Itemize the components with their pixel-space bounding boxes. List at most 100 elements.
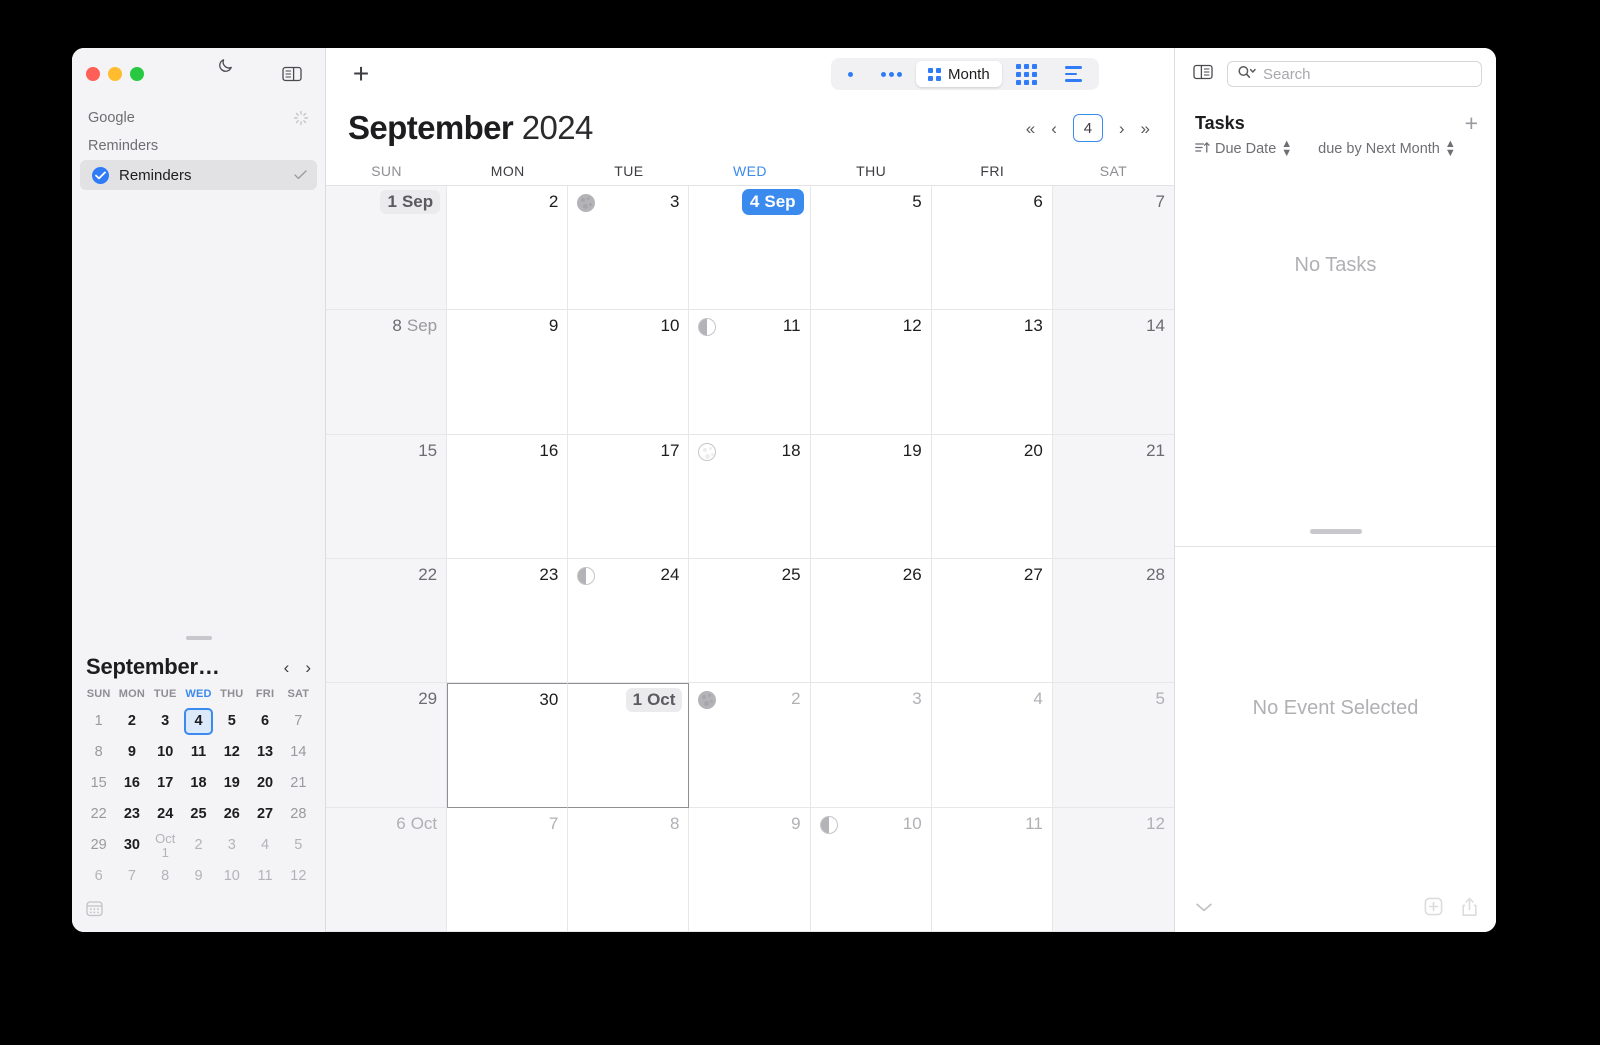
mini-day-cell[interactable]: Oct 1 xyxy=(149,832,182,859)
view-option-list-view[interactable] xyxy=(1051,61,1096,87)
mini-day-cell[interactable]: 29 xyxy=(82,832,115,859)
day-cell[interactable]: 9 xyxy=(447,310,569,435)
add-event-button[interactable]: + xyxy=(346,60,376,88)
search-icon[interactable] xyxy=(1237,65,1259,84)
reminders-checkbox-icon[interactable] xyxy=(92,166,109,184)
toggle-sidebar-button[interactable] xyxy=(279,61,305,87)
mini-day-cell[interactable]: 22 xyxy=(82,801,115,828)
mini-day-cell[interactable]: 11 xyxy=(182,739,215,766)
day-cell[interactable]: 6 Oct xyxy=(326,807,448,932)
day-cell[interactable]: 3 xyxy=(568,186,690,311)
mini-calendar-drag-handle[interactable] xyxy=(185,636,212,640)
nav-today-button[interactable]: 4 xyxy=(1072,114,1103,142)
mini-day-cell[interactable]: 1 xyxy=(82,708,115,735)
day-cell[interactable]: 14 xyxy=(1052,310,1174,435)
day-cell[interactable]: 25 xyxy=(689,559,811,684)
day-cell[interactable]: 15 xyxy=(326,434,448,559)
day-cell[interactable]: 21 xyxy=(1052,434,1174,559)
day-cell[interactable]: 7 xyxy=(1052,186,1174,311)
view-option-year-view[interactable] xyxy=(1002,61,1051,87)
day-cell[interactable]: 23 xyxy=(447,559,569,684)
day-cell[interactable]: 2 xyxy=(689,683,811,808)
mini-day-cell[interactable]: 2 xyxy=(115,708,148,735)
mini-day-cell[interactable]: 16 xyxy=(115,770,148,797)
day-cell[interactable]: 8 xyxy=(568,807,690,932)
mini-day-cell[interactable]: 20 xyxy=(248,770,281,797)
toggle-inspector-button[interactable] xyxy=(1193,64,1213,85)
nav-next-button[interactable]: › xyxy=(1119,120,1125,137)
tasks-sort-stepper-icon[interactable]: ▲ ▼ xyxy=(1281,139,1292,159)
day-cell[interactable]: 5 xyxy=(1052,683,1174,808)
day-cell[interactable]: 11 xyxy=(931,807,1053,932)
zoom-button[interactable] xyxy=(130,67,144,81)
mini-prev-month-button[interactable]: ‹ xyxy=(284,659,290,676)
mini-day-cell[interactable]: 30 xyxy=(115,832,148,859)
add-to-box-button[interactable] xyxy=(1424,897,1443,921)
day-cell[interactable]: 2 xyxy=(447,186,569,311)
day-cell[interactable]: 1 Sep xyxy=(326,186,448,311)
mini-day-cell[interactable]: 25 xyxy=(182,801,215,828)
mini-calendar-icon[interactable] xyxy=(86,901,103,921)
mini-day-cell[interactable]: 8 xyxy=(149,863,182,890)
day-cell[interactable]: 16 xyxy=(447,434,569,559)
tasks-sort-control[interactable]: Due Date ▲ ▼ xyxy=(1195,139,1292,159)
mini-day-cell[interactable]: 4 xyxy=(183,708,213,735)
mini-day-cell[interactable]: 12 xyxy=(215,739,248,766)
nav-last-button[interactable]: » xyxy=(1141,120,1150,137)
mini-day-cell[interactable]: 21 xyxy=(282,770,315,797)
mini-day-cell[interactable]: 3 xyxy=(149,708,182,735)
day-cell[interactable]: 28 xyxy=(1052,559,1174,684)
mini-day-cell[interactable]: 8 xyxy=(82,739,115,766)
add-task-button[interactable]: + xyxy=(1465,112,1478,135)
day-cell[interactable]: 10 xyxy=(568,310,690,435)
mini-day-cell[interactable]: 10 xyxy=(149,739,182,766)
sidebar-section-google[interactable]: Google xyxy=(72,100,325,130)
day-cell[interactable]: 20 xyxy=(931,434,1053,559)
mini-day-cell[interactable]: 9 xyxy=(115,739,148,766)
mini-day-cell[interactable]: 24 xyxy=(149,801,182,828)
day-cell[interactable]: 12 xyxy=(1052,807,1174,932)
day-cell[interactable]: 17 xyxy=(568,434,690,559)
day-cell[interactable]: 6 xyxy=(931,186,1053,311)
mini-day-cell[interactable]: 28 xyxy=(282,801,315,828)
view-option-month-view[interactable]: Month xyxy=(916,61,1002,87)
mini-day-cell[interactable]: 13 xyxy=(248,739,281,766)
day-cell[interactable]: 1 Oct xyxy=(568,683,690,808)
mini-day-cell[interactable]: 12 xyxy=(282,863,315,890)
mini-day-cell[interactable]: 3 xyxy=(215,832,248,859)
mini-day-cell[interactable]: 19 xyxy=(215,770,248,797)
tasks-filter-stepper-icon[interactable]: ▲ ▼ xyxy=(1445,139,1456,159)
mini-day-cell[interactable]: 5 xyxy=(215,708,248,735)
day-cell[interactable]: 30 xyxy=(447,683,569,808)
day-cell[interactable]: 27 xyxy=(931,559,1053,684)
day-cell[interactable]: 24 xyxy=(568,559,690,684)
day-cell[interactable]: 10 xyxy=(810,807,932,932)
day-cell[interactable]: 22 xyxy=(326,559,448,684)
day-cell[interactable]: 4 xyxy=(931,683,1053,808)
mini-day-cell[interactable]: 14 xyxy=(282,739,315,766)
mini-day-cell[interactable]: 9 xyxy=(182,863,215,890)
mini-day-cell[interactable]: 7 xyxy=(115,863,148,890)
day-cell[interactable]: 29 xyxy=(326,683,448,808)
day-cell[interactable]: 9 xyxy=(689,807,811,932)
minimize-button[interactable] xyxy=(108,67,122,81)
day-cell[interactable]: 12 xyxy=(810,310,932,435)
mini-day-cell[interactable]: 26 xyxy=(215,801,248,828)
mini-day-cell[interactable]: 5 xyxy=(282,832,315,859)
tasks-due-filter-control[interactable]: due by Next Month ▲ ▼ xyxy=(1318,139,1456,159)
mini-day-cell[interactable]: 4 xyxy=(248,832,281,859)
day-cell[interactable]: 8 Sep xyxy=(326,310,448,435)
mini-day-cell[interactable]: 7 xyxy=(282,708,315,735)
nav-prev-button[interactable]: ‹ xyxy=(1051,120,1057,137)
search-field[interactable]: Search xyxy=(1227,61,1482,87)
nav-first-button[interactable]: « xyxy=(1026,120,1035,137)
day-cell[interactable]: 19 xyxy=(810,434,932,559)
mini-day-cell[interactable]: 17 xyxy=(149,770,182,797)
day-cell[interactable]: 3 xyxy=(810,683,932,808)
mini-day-cell[interactable]: 11 xyxy=(248,863,281,890)
mini-day-cell[interactable]: 18 xyxy=(182,770,215,797)
day-cell[interactable]: 26 xyxy=(810,559,932,684)
day-cell[interactable]: 11 xyxy=(689,310,811,435)
view-option-day-view[interactable] xyxy=(834,61,867,87)
day-cell[interactable]: 13 xyxy=(931,310,1053,435)
